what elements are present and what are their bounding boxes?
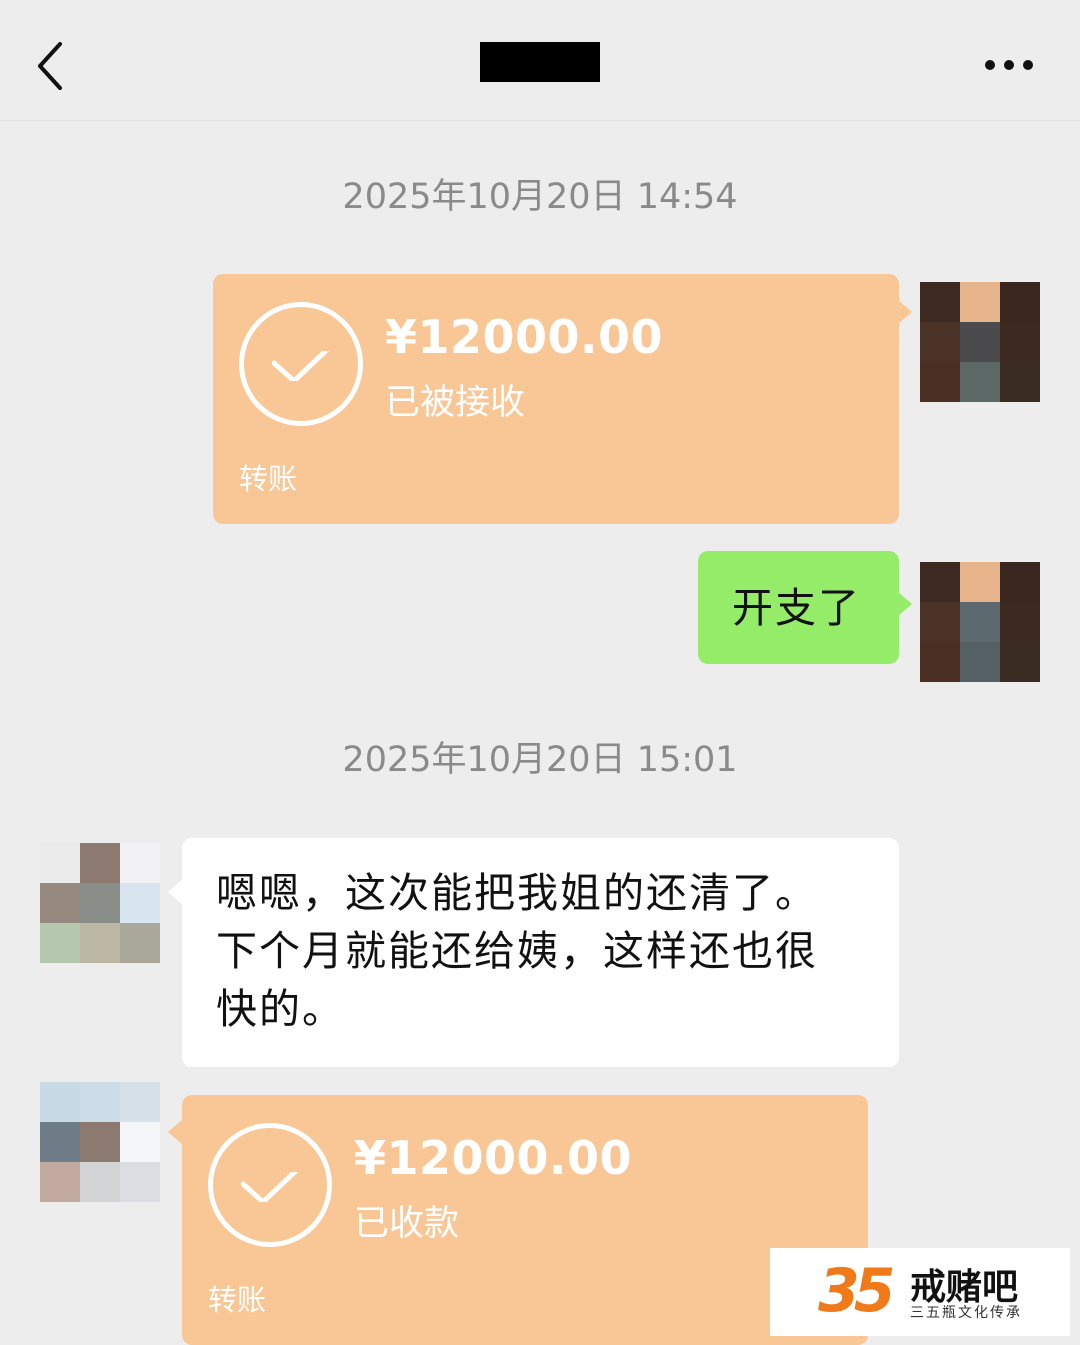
contact-avatar[interactable] xyxy=(40,1082,160,1202)
chat-title-redacted xyxy=(480,42,600,82)
timestamp: 2025年10月20日 15:01 xyxy=(342,740,738,780)
watermark-logo: 35 xyxy=(818,1256,895,1326)
bubble-tail xyxy=(168,880,182,904)
message-bubble-sent[interactable]: 开支了 xyxy=(698,551,899,664)
bubble-tail xyxy=(168,1120,182,1144)
bubble-tail xyxy=(898,592,912,616)
message-line: 下个月就能还给姨，这样还也很 xyxy=(216,927,818,975)
transfer-amount: ¥12000.00 xyxy=(354,1131,633,1185)
message-line: 嗯嗯，这次能把我姐的还清了。 xyxy=(216,869,818,917)
nav-bar xyxy=(0,0,1080,121)
transfer-card-sent[interactable]: ¥12000.00 已被接收 转账 xyxy=(213,274,899,524)
transfer-amount: ¥12000.00 xyxy=(385,310,664,364)
avatar[interactable] xyxy=(920,282,1040,402)
transfer-status: 已收款 xyxy=(354,1204,460,1244)
transfer-label: 转账 xyxy=(208,1283,267,1317)
transfer-status: 已被接收 xyxy=(385,383,526,423)
check-circle-icon xyxy=(208,1123,332,1247)
timestamp: 2025年10月20日 14:54 xyxy=(342,177,738,217)
check-circle-icon xyxy=(239,302,363,426)
message-line: 快的。 xyxy=(216,985,345,1033)
transfer-label: 转账 xyxy=(239,462,298,496)
ellipsis-icon[interactable] xyxy=(976,50,1042,80)
watermark-tagline: 三五瓶文化传承 xyxy=(910,1305,1022,1321)
contact-avatar[interactable] xyxy=(40,843,160,963)
watermark: 35 戒赌吧 三五瓶文化传承 xyxy=(770,1248,1070,1336)
transfer-card-received[interactable]: ¥12000.00 已收款 转账 xyxy=(182,1095,868,1345)
message-text: 开支了 xyxy=(732,584,861,632)
message-bubble-received[interactable]: 嗯嗯，这次能把我姐的还清了。 下个月就能还给姨，这样还也很 快的。 xyxy=(182,838,899,1067)
chevron-left-icon[interactable] xyxy=(30,36,74,96)
avatar[interactable] xyxy=(920,562,1040,682)
bubble-tail xyxy=(898,300,912,324)
